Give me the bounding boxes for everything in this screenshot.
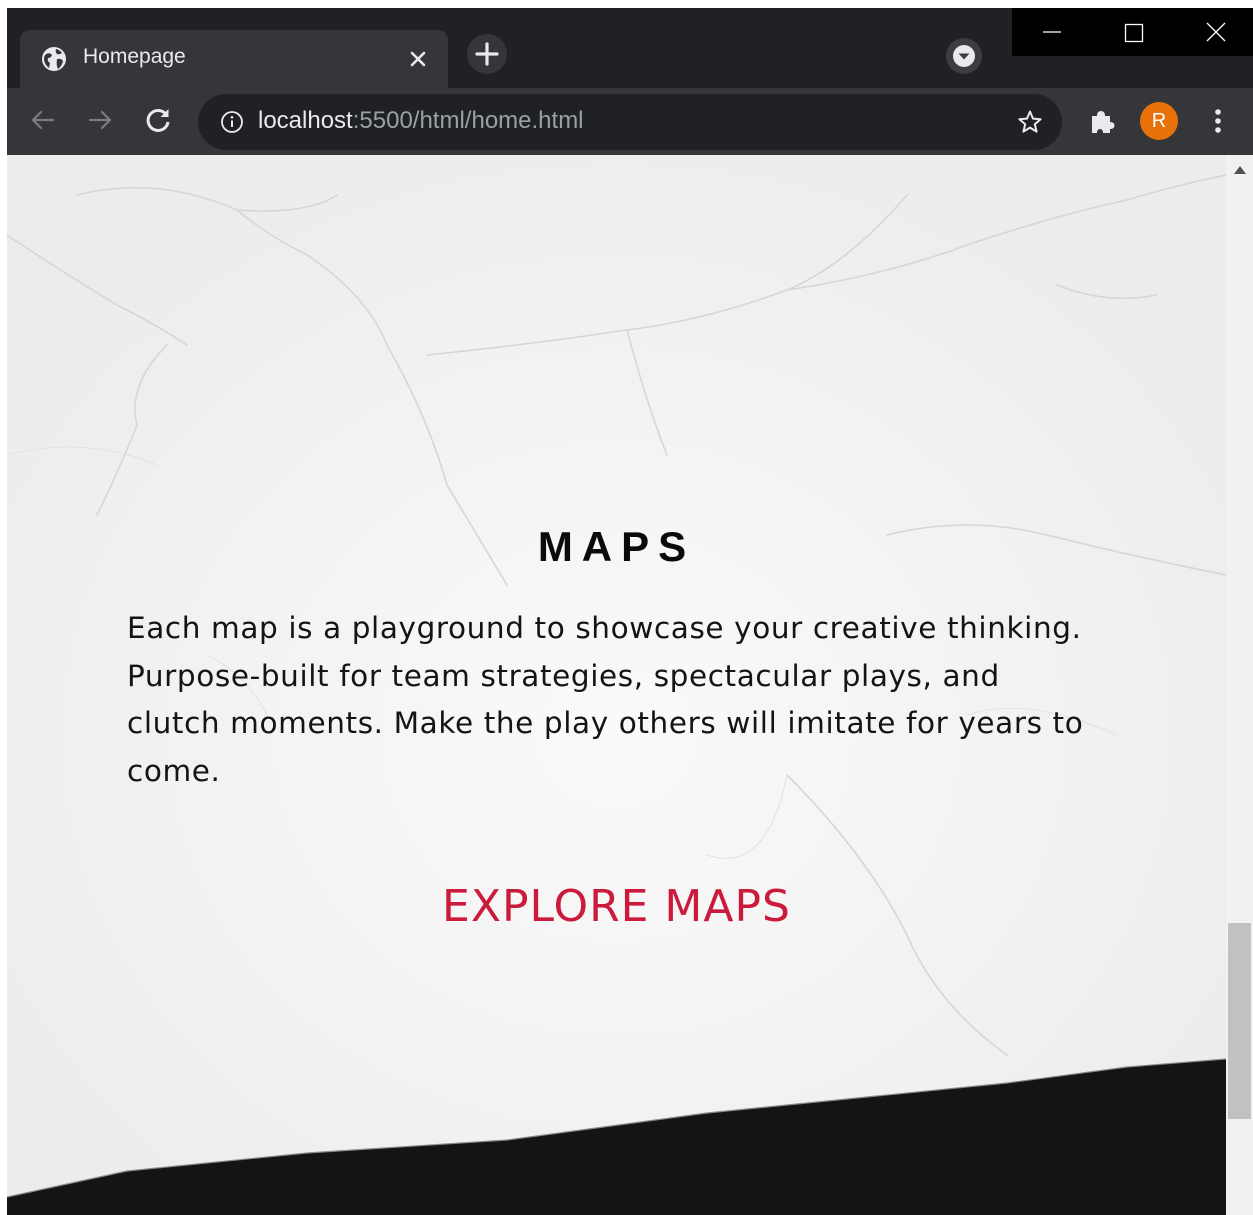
globe-icon [42, 47, 66, 71]
tab-title: Homepage [83, 45, 186, 68]
scrollbar-thumb[interactable] [1228, 923, 1251, 1119]
page-viewport: MAPS Each map is a playground to showcas… [7, 155, 1226, 1215]
maximize-button[interactable] [1094, 8, 1174, 56]
url-host: localhost [258, 107, 353, 134]
url-path: :5500/html/home.html [352, 107, 584, 134]
window-close-button[interactable] [1176, 8, 1253, 56]
new-tab-button[interactable] [467, 34, 507, 74]
scrollbar[interactable] [1226, 155, 1253, 1215]
arrow-right-icon[interactable] [82, 102, 118, 138]
info-icon[interactable] [220, 110, 244, 134]
close-icon[interactable] [404, 45, 432, 73]
minimize-icon [1043, 31, 1061, 33]
profile-avatar[interactable]: R [1140, 102, 1178, 140]
close-icon [1206, 22, 1226, 42]
chevron-down-icon [953, 45, 975, 67]
tab-homepage[interactable]: Homepage [20, 30, 448, 88]
browser-chrome: Homepage localhost:5500/html/home.html R [7, 8, 1253, 155]
address-url: localhost:5500/html/home.html [258, 107, 584, 135]
minimize-button[interactable] [1012, 8, 1092, 56]
more-vertical-icon[interactable] [1203, 104, 1233, 138]
dark-torn-band [7, 1058, 1226, 1215]
puzzle-icon[interactable] [1087, 106, 1117, 136]
browser-toolbar: localhost:5500/html/home.html R [7, 88, 1253, 155]
scroll-up-arrow-icon[interactable] [1234, 165, 1246, 175]
plus-icon [475, 42, 499, 66]
star-icon[interactable] [1016, 108, 1044, 136]
maximize-icon [1124, 23, 1144, 43]
reload-icon[interactable] [140, 102, 176, 138]
tab-search-button[interactable] [946, 38, 982, 74]
window-controls [1012, 8, 1253, 56]
tab-strip: Homepage [7, 8, 1253, 88]
arrow-left-icon[interactable] [25, 102, 61, 138]
address-bar[interactable]: localhost:5500/html/home.html [198, 94, 1062, 150]
